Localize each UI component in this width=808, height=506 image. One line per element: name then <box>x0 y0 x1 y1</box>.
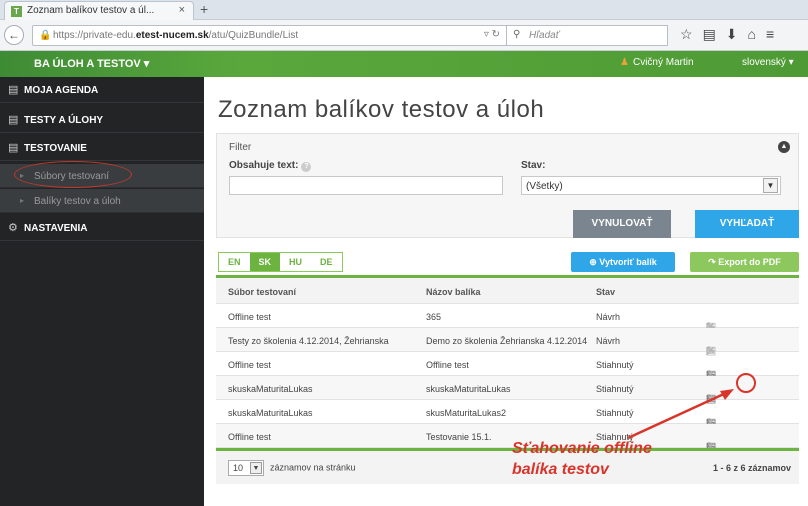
annotation-line: balíka testov <box>512 461 609 478</box>
annotation-line: Sťahovanie offline <box>512 440 652 457</box>
annotation-text: Sťahovanie offline balíka testov <box>512 438 652 480</box>
annotation-arrow <box>627 389 734 440</box>
